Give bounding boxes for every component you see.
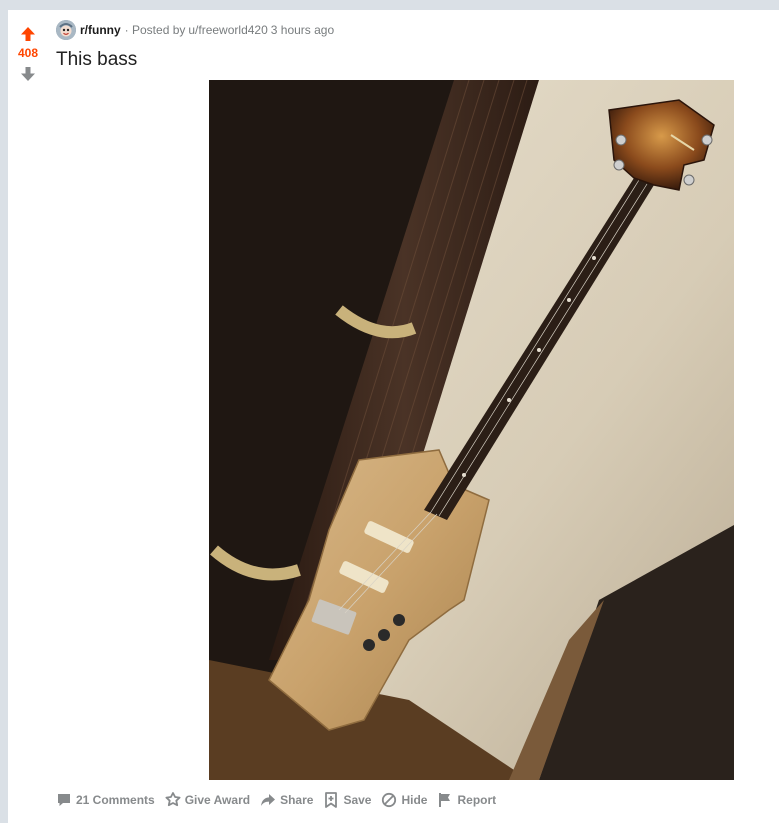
report-label: Report: [457, 793, 497, 807]
hide-label: Hide: [401, 793, 428, 807]
comments-label: 21 Comments: [76, 793, 155, 807]
downvote-icon[interactable]: [16, 62, 40, 86]
bass-guitar-photo: [209, 80, 734, 780]
share-icon: [260, 792, 276, 808]
flag-icon: [437, 792, 453, 808]
vote-score: 408: [17, 46, 39, 60]
subreddit-avatar-icon[interactable]: [56, 20, 76, 40]
vote-column: 408: [8, 10, 48, 823]
save-label: Save: [343, 793, 372, 807]
comments-button[interactable]: 21 Comments: [52, 786, 159, 814]
comment-icon: [56, 792, 72, 808]
post-meta: r/funny · Posted by u/freeworld420 3 hou…: [56, 20, 334, 40]
hide-button[interactable]: Hide: [377, 786, 431, 814]
give-award-label: Give Award: [184, 793, 251, 807]
save-button[interactable]: Save: [319, 786, 375, 814]
post-actions: 21 Comments Give Award Share Save Hide R…: [52, 786, 502, 814]
subreddit-link[interactable]: r/funny: [80, 23, 121, 37]
give-award-button[interactable]: Give Award: [161, 786, 254, 814]
post-card[interactable]: 408 r/funny · Posted by u/freeworld420 3…: [8, 10, 779, 823]
post-title[interactable]: This bass: [56, 48, 137, 72]
bookmark-icon: [323, 792, 339, 808]
award-icon: [165, 792, 181, 808]
hide-icon: [381, 792, 397, 808]
upvote-icon[interactable]: [16, 22, 40, 46]
page: 408 r/funny · Posted by u/freeworld420 3…: [0, 0, 779, 823]
posted-by-label: · Posted by: [124, 23, 186, 37]
post-timestamp[interactable]: 3 hours ago: [271, 23, 334, 37]
author-link[interactable]: u/freeworld420: [188, 23, 267, 37]
report-button[interactable]: Report: [433, 786, 500, 814]
share-button[interactable]: Share: [256, 786, 317, 814]
post-image[interactable]: [209, 80, 734, 780]
share-label: Share: [280, 793, 314, 807]
